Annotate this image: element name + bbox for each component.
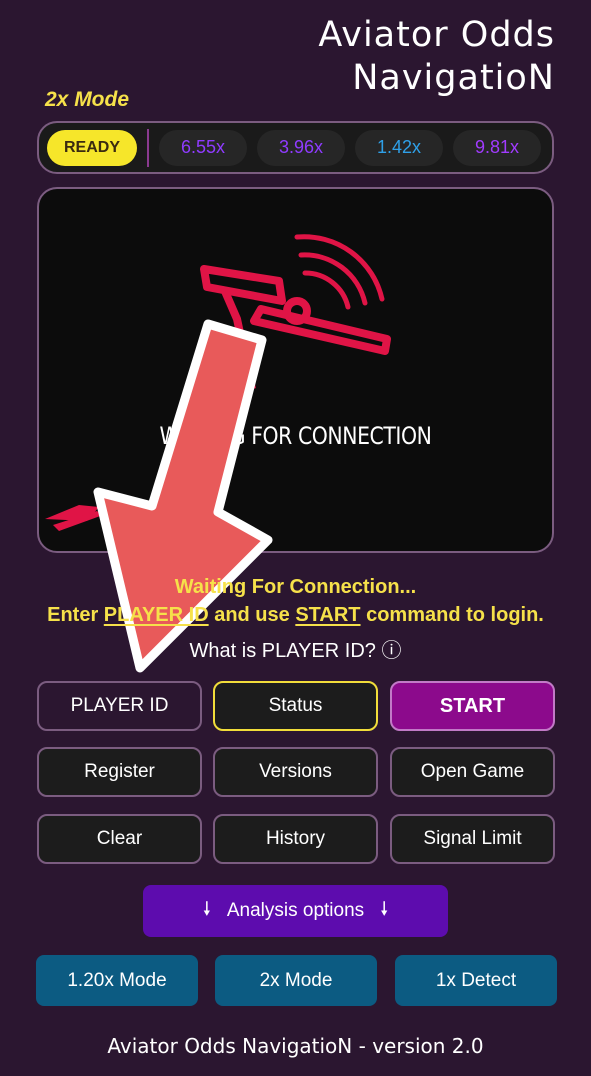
open-game-button[interactable]: Open Game	[390, 747, 555, 797]
analysis-options-label: Analysis options	[226, 900, 365, 921]
odds-chip: 6.55x	[159, 129, 247, 166]
mode-1x-detect-button[interactable]: 1x Detect	[395, 955, 557, 1006]
connection-status-text: WAITING FOR CONNECTION	[159, 422, 432, 450]
instr-mid: and use	[208, 604, 296, 626]
versions-button[interactable]: Versions	[213, 747, 378, 797]
signal-limit-button[interactable]: Signal Limit	[390, 814, 555, 864]
connection-message: Waiting For Connection...	[174, 576, 417, 598]
start-button[interactable]: START	[390, 681, 555, 731]
instr-player-id: PLAYER ID	[103, 604, 209, 626]
app-title-line1: Aviator Odds	[318, 15, 555, 55]
mode-label: 2x Mode	[45, 88, 130, 111]
mode-1-20x-button[interactable]: 1.20x Mode	[36, 955, 198, 1006]
odds-history-bar: READY 6.55x 3.96x 1.42x 9.81x	[37, 121, 554, 174]
odds-separator	[147, 128, 149, 167]
player-id-button[interactable]: PLAYER ID	[37, 681, 202, 731]
status-button[interactable]: Status	[213, 681, 378, 731]
odds-chip: 1.42x	[355, 129, 443, 166]
arrow-down-icon: 🠗	[380, 899, 389, 920]
instr-suffix: command to login.	[360, 604, 544, 626]
register-button[interactable]: Register	[37, 747, 202, 797]
footer-version: Aviator Odds NavigatioN - version 2.0	[107, 1034, 484, 1058]
arrow-down-icon: 🠗	[202, 899, 211, 920]
odds-chip: 9.81x	[453, 129, 541, 166]
player-id-help-link[interactable]: What is PLAYER ID? ⓘ	[0, 634, 591, 663]
login-instructions: Enter PLAYER ID and use START command to…	[0, 604, 591, 627]
ready-badge: READY	[47, 129, 137, 166]
instr-start: START	[295, 604, 361, 626]
odds-chip: 3.96x	[257, 129, 345, 166]
app-title: Aviator Odds NavigatioN	[318, 14, 555, 100]
clear-button[interactable]: Clear	[37, 814, 202, 864]
analysis-options-button[interactable]: 🠗 Analysis options 🠗	[143, 885, 448, 937]
instr-prefix: Enter	[47, 604, 104, 626]
app-title-line2: NavigatioN	[352, 58, 555, 98]
game-screen: WAITING FOR CONNECTION	[37, 187, 554, 553]
mode-2x-button[interactable]: 2x Mode	[215, 955, 377, 1006]
history-button[interactable]: History	[213, 814, 378, 864]
plane-signal-icon	[45, 234, 391, 531]
